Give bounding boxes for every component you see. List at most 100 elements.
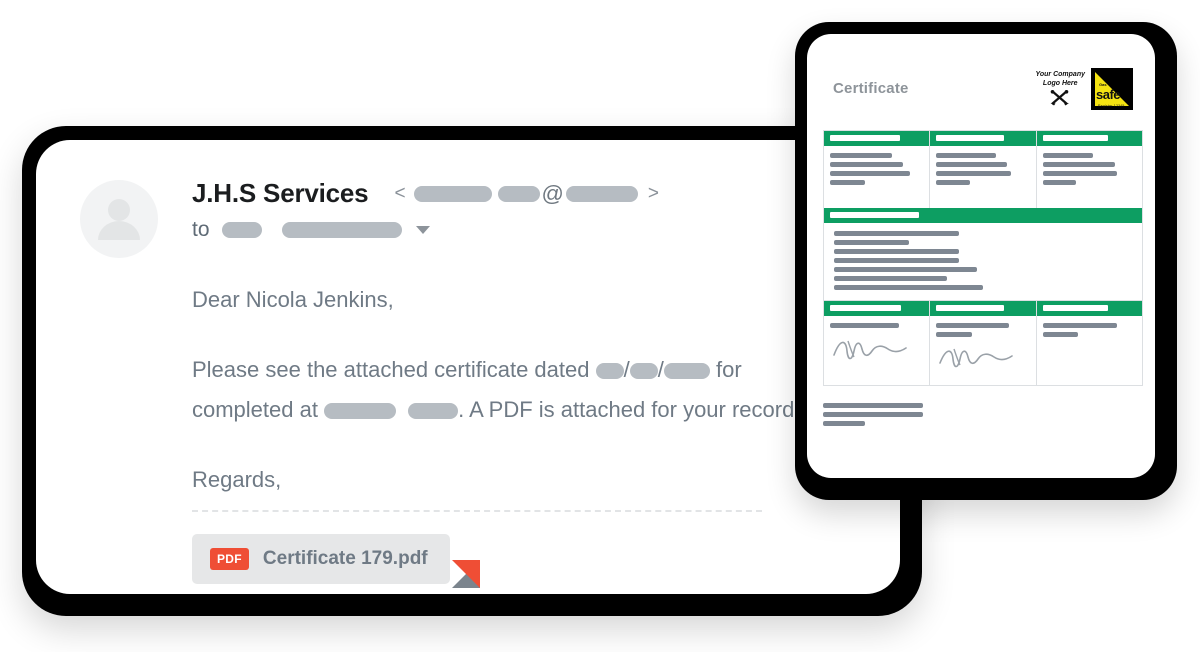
text-placeholder-bar <box>830 153 892 158</box>
header-placeholder-bar <box>830 135 900 141</box>
text-placeholder-bar <box>830 323 900 328</box>
gas-safe-logo: Gas safe Register 12345 <box>1091 68 1133 110</box>
address-open-bracket: < <box>394 182 406 204</box>
company-logo-placeholder: Your Company Logo Here <box>1035 68 1085 106</box>
certificate-title: Certificate <box>833 80 909 97</box>
text-placeholder-bar <box>936 180 970 185</box>
header-placeholder-bar <box>936 135 1004 141</box>
attachment-filename: Certificate 179.pdf <box>262 548 428 569</box>
screenshot-stage: J.H.S Services < @ > to Dear Nicola Jenk… <box>0 0 1200 652</box>
paragraph-gap-2 <box>192 430 890 460</box>
text-placeholder-bar <box>834 276 948 281</box>
certificate-preview-card[interactable]: Certificate Your Company Logo Here Gas s… <box>795 22 1177 500</box>
redacted-date-year <box>663 363 710 380</box>
certificate-band-header <box>823 208 1143 223</box>
redacted-location-2 <box>408 403 459 420</box>
text-placeholder-bar <box>1042 180 1077 185</box>
certificate-column <box>1036 131 1142 208</box>
at-symbol: @ <box>541 180 564 206</box>
chevron-down-icon[interactable] <box>415 226 430 234</box>
email-card: J.H.S Services < @ > to Dear Nicola Jenk… <box>22 126 922 616</box>
header-placeholder-bar <box>1042 135 1108 141</box>
column-body <box>1037 146 1142 208</box>
text-placeholder-bar <box>1042 332 1079 337</box>
signature-cell <box>824 316 929 378</box>
redacted-address-local-1 <box>413 185 492 202</box>
logo-block: Your Company Logo Here Gas safe Register… <box>1035 68 1133 110</box>
text-placeholder-bar <box>834 240 909 245</box>
certificate-column <box>824 301 931 385</box>
column-header <box>1036 301 1142 316</box>
body-line-2: completed at . A PDF is attached for you… <box>192 390 890 430</box>
attachment-chip[interactable]: PDF Certificate 179.pdf <box>192 534 480 588</box>
text-placeholder-bar <box>936 171 1011 176</box>
footer-placeholder-bar <box>823 403 923 408</box>
text-placeholder-bar <box>936 332 972 337</box>
body-line-1-suffix: for <box>709 357 742 382</box>
to-label: to <box>192 218 210 241</box>
sender-name: J.H.S Services <box>192 178 369 208</box>
body-line-2-suffix: . A PDF is attached for your records. <box>458 397 812 422</box>
text-placeholder-bar <box>936 153 997 158</box>
crossed-tools-icon <box>1050 90 1070 106</box>
redacted-date-month <box>629 363 658 380</box>
column-header <box>1036 131 1142 146</box>
text-placeholder-bar <box>936 323 1010 328</box>
paragraph-gap-1 <box>192 320 890 350</box>
text-placeholder-bar <box>1042 171 1118 176</box>
column-header <box>930 131 1036 146</box>
signoff-line: Regards, <box>192 467 282 492</box>
avatar <box>80 180 158 258</box>
signature-cell <box>930 316 1035 385</box>
body-line-1-prefix: Please see the attached certificate date… <box>192 357 596 382</box>
redacted-date-day <box>595 363 624 380</box>
text-placeholder-bar <box>834 267 978 272</box>
recipient-line[interactable]: to <box>192 218 430 242</box>
text-placeholder-bar <box>834 231 960 236</box>
body-line-2-prefix: completed at <box>192 397 325 422</box>
text-placeholder-bar <box>1042 162 1116 167</box>
page-fold-red <box>451 560 480 588</box>
text-placeholder-bar <box>830 171 911 176</box>
redacted-address-domain <box>565 185 638 202</box>
certificate-column <box>930 131 1037 208</box>
safe-logo-word: safe <box>1096 87 1121 102</box>
sender-line: J.H.S Services < @ > <box>192 178 659 209</box>
text-placeholder-bar <box>936 162 1008 167</box>
certificate-table <box>823 130 1143 386</box>
certificate-signature-row <box>823 300 1143 386</box>
signature-cell <box>1037 316 1142 378</box>
text-placeholder-bar <box>830 162 903 167</box>
footer-placeholder-bar <box>823 421 865 426</box>
redacted-recipient-2 <box>281 222 402 238</box>
text-placeholder-bar <box>1042 153 1094 158</box>
safe-logo-sub-text: Register 12345 <box>1098 104 1125 108</box>
body-divider <box>192 510 762 512</box>
certificate-column <box>1036 301 1142 385</box>
address-close-bracket: > <box>647 182 659 204</box>
certificate-band-body <box>823 223 1143 300</box>
band-placeholder-bar <box>830 212 919 218</box>
signature-icon <box>833 340 907 360</box>
text-placeholder-bar <box>1042 323 1118 328</box>
email-body: Dear Nicola Jenkins, Please see the atta… <box>192 280 890 500</box>
column-body <box>930 146 1035 208</box>
certificate-footer <box>823 403 923 430</box>
certificate-column <box>824 131 931 208</box>
greeting-line: Dear Nicola Jenkins, <box>192 287 394 312</box>
certificate-header: Certificate Your Company Logo Here Gas s… <box>833 68 1133 124</box>
column-header <box>824 301 930 316</box>
redacted-recipient-1 <box>221 222 262 238</box>
date-separator-2: / <box>657 357 664 382</box>
header-placeholder-bar <box>936 305 1004 311</box>
pdf-type-badge: PDF <box>210 548 249 570</box>
column-header <box>930 301 1036 316</box>
header-placeholder-bar <box>830 305 901 311</box>
body-line-1: Please see the attached certificate date… <box>192 350 890 390</box>
text-placeholder-bar <box>834 258 960 263</box>
sender-address: < @ > <box>394 181 659 207</box>
logo-text-line-1: Your Company <box>1035 71 1085 78</box>
text-placeholder-bar <box>834 249 960 254</box>
redacted-location-1 <box>324 403 397 420</box>
header-placeholder-bar <box>1042 305 1108 311</box>
